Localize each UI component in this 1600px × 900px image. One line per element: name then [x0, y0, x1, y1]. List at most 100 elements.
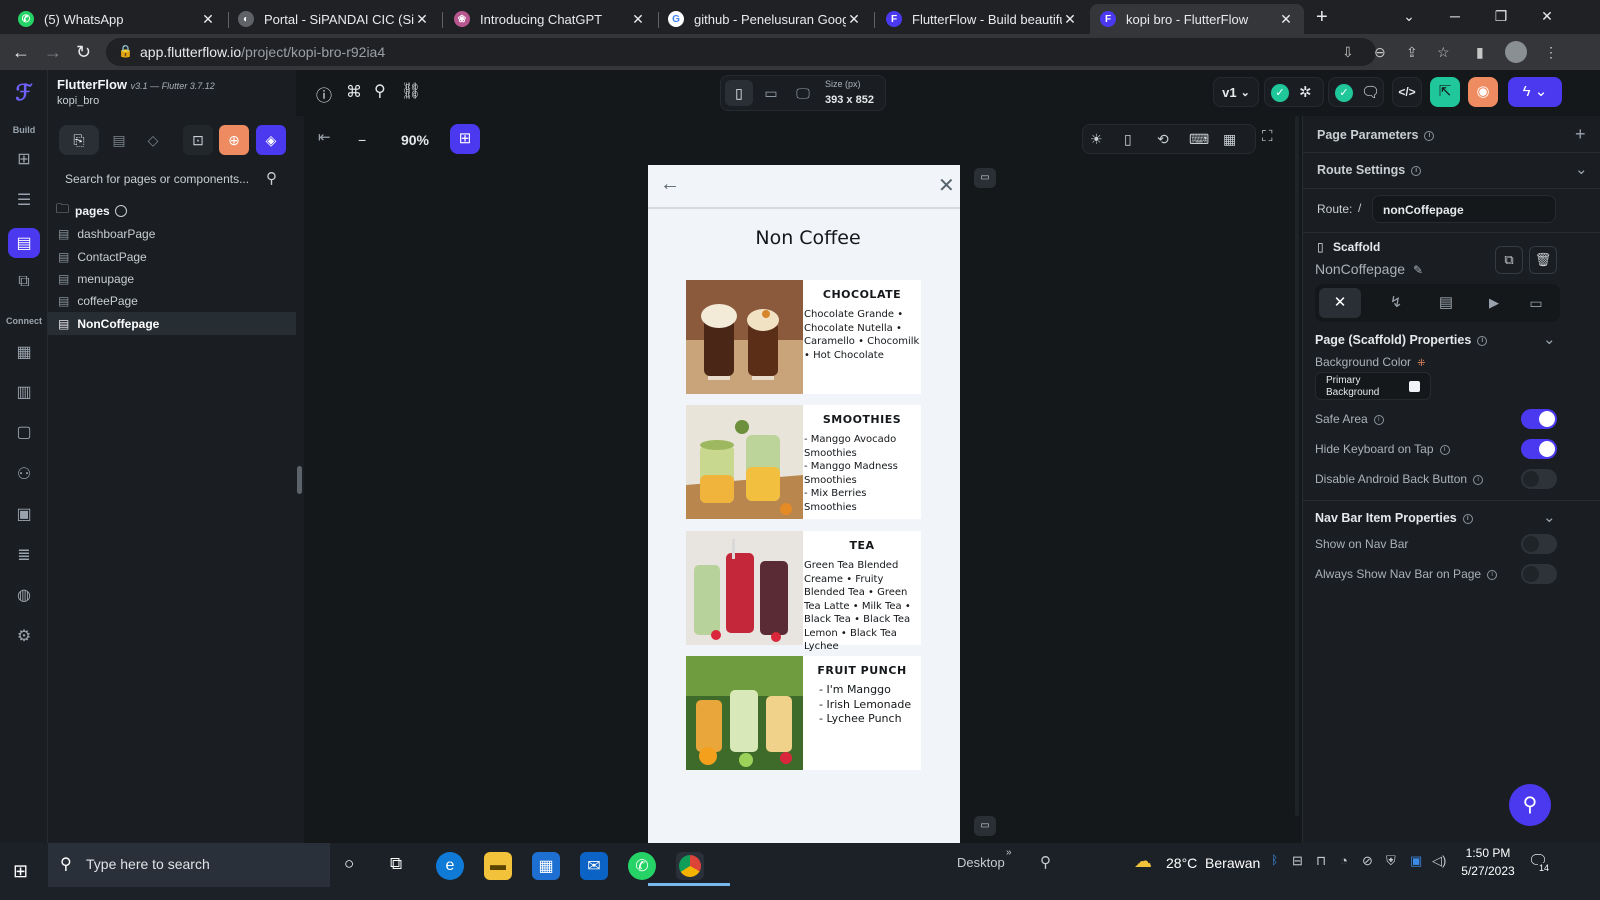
- hide-keyboard-toggle[interactable]: [1521, 439, 1557, 459]
- sidebar-item-page[interactable]: ▤ coffeePage: [48, 290, 296, 312]
- components-tab-icon[interactable]: ▤: [104, 125, 134, 155]
- properties-tab-icon[interactable]: ✕: [1319, 288, 1361, 318]
- add-page-icon[interactable]: ⊕: [219, 125, 249, 155]
- flutterflow-logo-icon[interactable]: ℱ: [10, 80, 38, 105]
- close-icon[interactable]: ✕: [938, 173, 955, 198]
- back-icon[interactable]: ←: [12, 42, 30, 63]
- close-tab-icon[interactable]: ✕: [1278, 11, 1294, 28]
- close-tab-icon[interactable]: ✕: [200, 11, 216, 28]
- battery-icon[interactable]: ⊟: [1292, 853, 1303, 869]
- backend-query-tab-icon[interactable]: ▤: [1425, 288, 1467, 318]
- install-icon[interactable]: ⇩: [1342, 44, 1354, 61]
- taskbar-search-input[interactable]: ⚲ Type here to search: [48, 843, 330, 887]
- zoom-out-icon[interactable]: −: [358, 132, 366, 148]
- tab-sipandai[interactable]: ◐ Portal - SiPANDAI CIC (Sistem ✕: [228, 4, 440, 34]
- zoom-icon[interactable]: ⊖: [1374, 44, 1386, 61]
- tab-google[interactable]: G github - Penelusuran Google ✕: [658, 4, 872, 34]
- widget-tree-icon[interactable]: ☰: [12, 189, 36, 211]
- light-mode-icon[interactable]: ☀: [1090, 131, 1103, 148]
- new-folder-icon[interactable]: ⊡: [183, 125, 213, 155]
- clock-time[interactable]: 1:50 PM: [1462, 846, 1514, 860]
- panel-divider[interactable]: [296, 116, 304, 843]
- menu-card[interactable]: TEA Green Tea Blended Creame • Fruity Bl…: [686, 531, 921, 652]
- page-search-input[interactable]: Search for pages or components... ⚲: [56, 164, 288, 194]
- maximize-icon[interactable]: ❐: [1478, 0, 1524, 32]
- media-assets-icon[interactable]: ▣: [12, 503, 36, 525]
- sidebar-item-page[interactable]: ▤ ContactPage: [48, 246, 296, 268]
- share-icon[interactable]: ⇪: [1406, 44, 1418, 61]
- actions-tab-icon[interactable]: ↯: [1375, 288, 1417, 318]
- language-icon[interactable]: ▣: [1410, 853, 1422, 869]
- chevron-up-icon[interactable]: »: [1006, 847, 1012, 858]
- safe-area-toggle[interactable]: [1521, 409, 1557, 429]
- chevron-down-icon[interactable]: ⌄: [1543, 330, 1556, 348]
- check-icon[interactable]: ✓: [1271, 84, 1289, 102]
- bottom-bar-toggle-icon[interactable]: ▭: [974, 816, 996, 836]
- weather-text[interactable]: 28°C Berawan: [1166, 855, 1260, 871]
- volume-icon[interactable]: ◁): [1432, 853, 1446, 869]
- scaffold-props-header[interactable]: Page (Scaffold) Properties i: [1315, 333, 1488, 347]
- close-tab-icon[interactable]: ✕: [630, 11, 646, 28]
- collapse-panel-icon[interactable]: ⇤: [318, 128, 331, 146]
- add-parameter-icon[interactable]: +: [1575, 124, 1586, 145]
- chevron-down-icon[interactable]: ⌄: [1543, 508, 1556, 526]
- clock-date[interactable]: 5/27/2023: [1456, 864, 1520, 878]
- whatsapp-icon[interactable]: ✆: [628, 852, 656, 880]
- help-search-icon[interactable]: ⚲: [1509, 784, 1551, 826]
- check-icon[interactable]: ✓: [1335, 84, 1353, 102]
- animations-tab-icon[interactable]: ▶: [1473, 288, 1515, 318]
- api-calls-icon[interactable]: ▢: [12, 421, 36, 443]
- forward-icon[interactable]: →: [44, 42, 62, 63]
- people-icon[interactable]: ⚲: [1040, 853, 1051, 871]
- version-dropdown[interactable]: v1 ⌄: [1213, 77, 1259, 107]
- pages-tab-icon[interactable]: ⎘: [59, 125, 99, 155]
- help-icon[interactable]: ⓘ: [316, 82, 332, 106]
- custom-code-icon[interactable]: ≣: [12, 544, 36, 566]
- comments-icon[interactable]: 🗨: [1361, 83, 1380, 101]
- desktop-label[interactable]: Desktop: [957, 855, 1005, 870]
- open-external-icon[interactable]: ⇱: [1430, 77, 1460, 107]
- command-icon[interactable]: ⌘: [346, 82, 362, 102]
- new-tab-icon[interactable]: +: [1316, 6, 1328, 29]
- file-explorer-icon[interactable]: ▬: [484, 852, 512, 880]
- security-icon[interactable]: ⛨: [1386, 853, 1396, 869]
- close-tab-icon[interactable]: ✕: [414, 11, 430, 28]
- code-icon[interactable]: </>: [1392, 77, 1422, 107]
- tablet-device-icon[interactable]: ▭: [757, 80, 785, 106]
- sidebar-item-page[interactable]: ▤ dashboarPage: [48, 223, 296, 245]
- menu-icon[interactable]: ⋮: [1544, 44, 1558, 61]
- menu-card[interactable]: FRUIT PUNCH - I'm Manggo - Irish Lemonad…: [686, 656, 921, 770]
- edge-icon[interactable]: e: [436, 852, 464, 880]
- preview-eye-icon[interactable]: ◉: [1468, 77, 1498, 107]
- templates-tab-icon[interactable]: ◇: [138, 125, 168, 155]
- menu-card[interactable]: CHOCOLATE Chocolate Grande • Chocolate N…: [686, 280, 921, 394]
- route-input[interactable]: nonCoffepage: [1372, 195, 1556, 223]
- link-icon[interactable]: ⛓: [401, 81, 421, 101]
- side-panel-icon[interactable]: ▮: [1476, 44, 1484, 61]
- duplicate-icon[interactable]: ⧉: [1495, 246, 1523, 274]
- weather-icon[interactable]: ☁: [1134, 851, 1152, 872]
- settings-gear-icon[interactable]: ⚙: [12, 625, 36, 647]
- show-nav-bar-toggle[interactable]: [1521, 534, 1557, 554]
- run-lightning-button[interactable]: ϟ ⌄: [1508, 77, 1562, 107]
- menu-card[interactable]: SMOOTHIES - Manggo Avocado Smoothies - M…: [686, 405, 921, 519]
- bug-icon[interactable]: ✲: [1299, 83, 1312, 101]
- bluetooth-icon[interactable]: ᛒ: [1271, 853, 1278, 867]
- phone-device-icon[interactable]: ▯: [725, 80, 753, 106]
- data-types-icon[interactable]: ▦: [12, 341, 36, 363]
- desktop-device-icon[interactable]: 🖵: [789, 80, 817, 106]
- close-tab-icon[interactable]: ✕: [846, 11, 862, 28]
- scrollbar[interactable]: [1295, 116, 1299, 816]
- ai-generate-icon[interactable]: ⊞: [450, 124, 480, 154]
- url-field[interactable]: 🔒 app.flutterflow.io/project/kopi-bro-r9…: [106, 38, 1376, 66]
- tab-chatgpt[interactable]: ❀ Introducing ChatGPT ✕: [444, 4, 656, 34]
- always-show-nav-toggle[interactable]: [1521, 564, 1557, 584]
- task-view-icon[interactable]: ⧉: [390, 854, 402, 874]
- rotate-icon[interactable]: ⟲: [1157, 131, 1169, 148]
- sidebar-item-page[interactable]: ▤ menupage: [48, 268, 296, 290]
- cortana-icon[interactable]: ○: [344, 854, 354, 874]
- network-icon[interactable]: ⊘: [1362, 853, 1373, 869]
- folder-pages[interactable]: 🗀 pages: [56, 201, 288, 221]
- keyboard-icon[interactable]: ⌨: [1189, 131, 1209, 148]
- grid-icon[interactable]: ▦: [1223, 131, 1236, 148]
